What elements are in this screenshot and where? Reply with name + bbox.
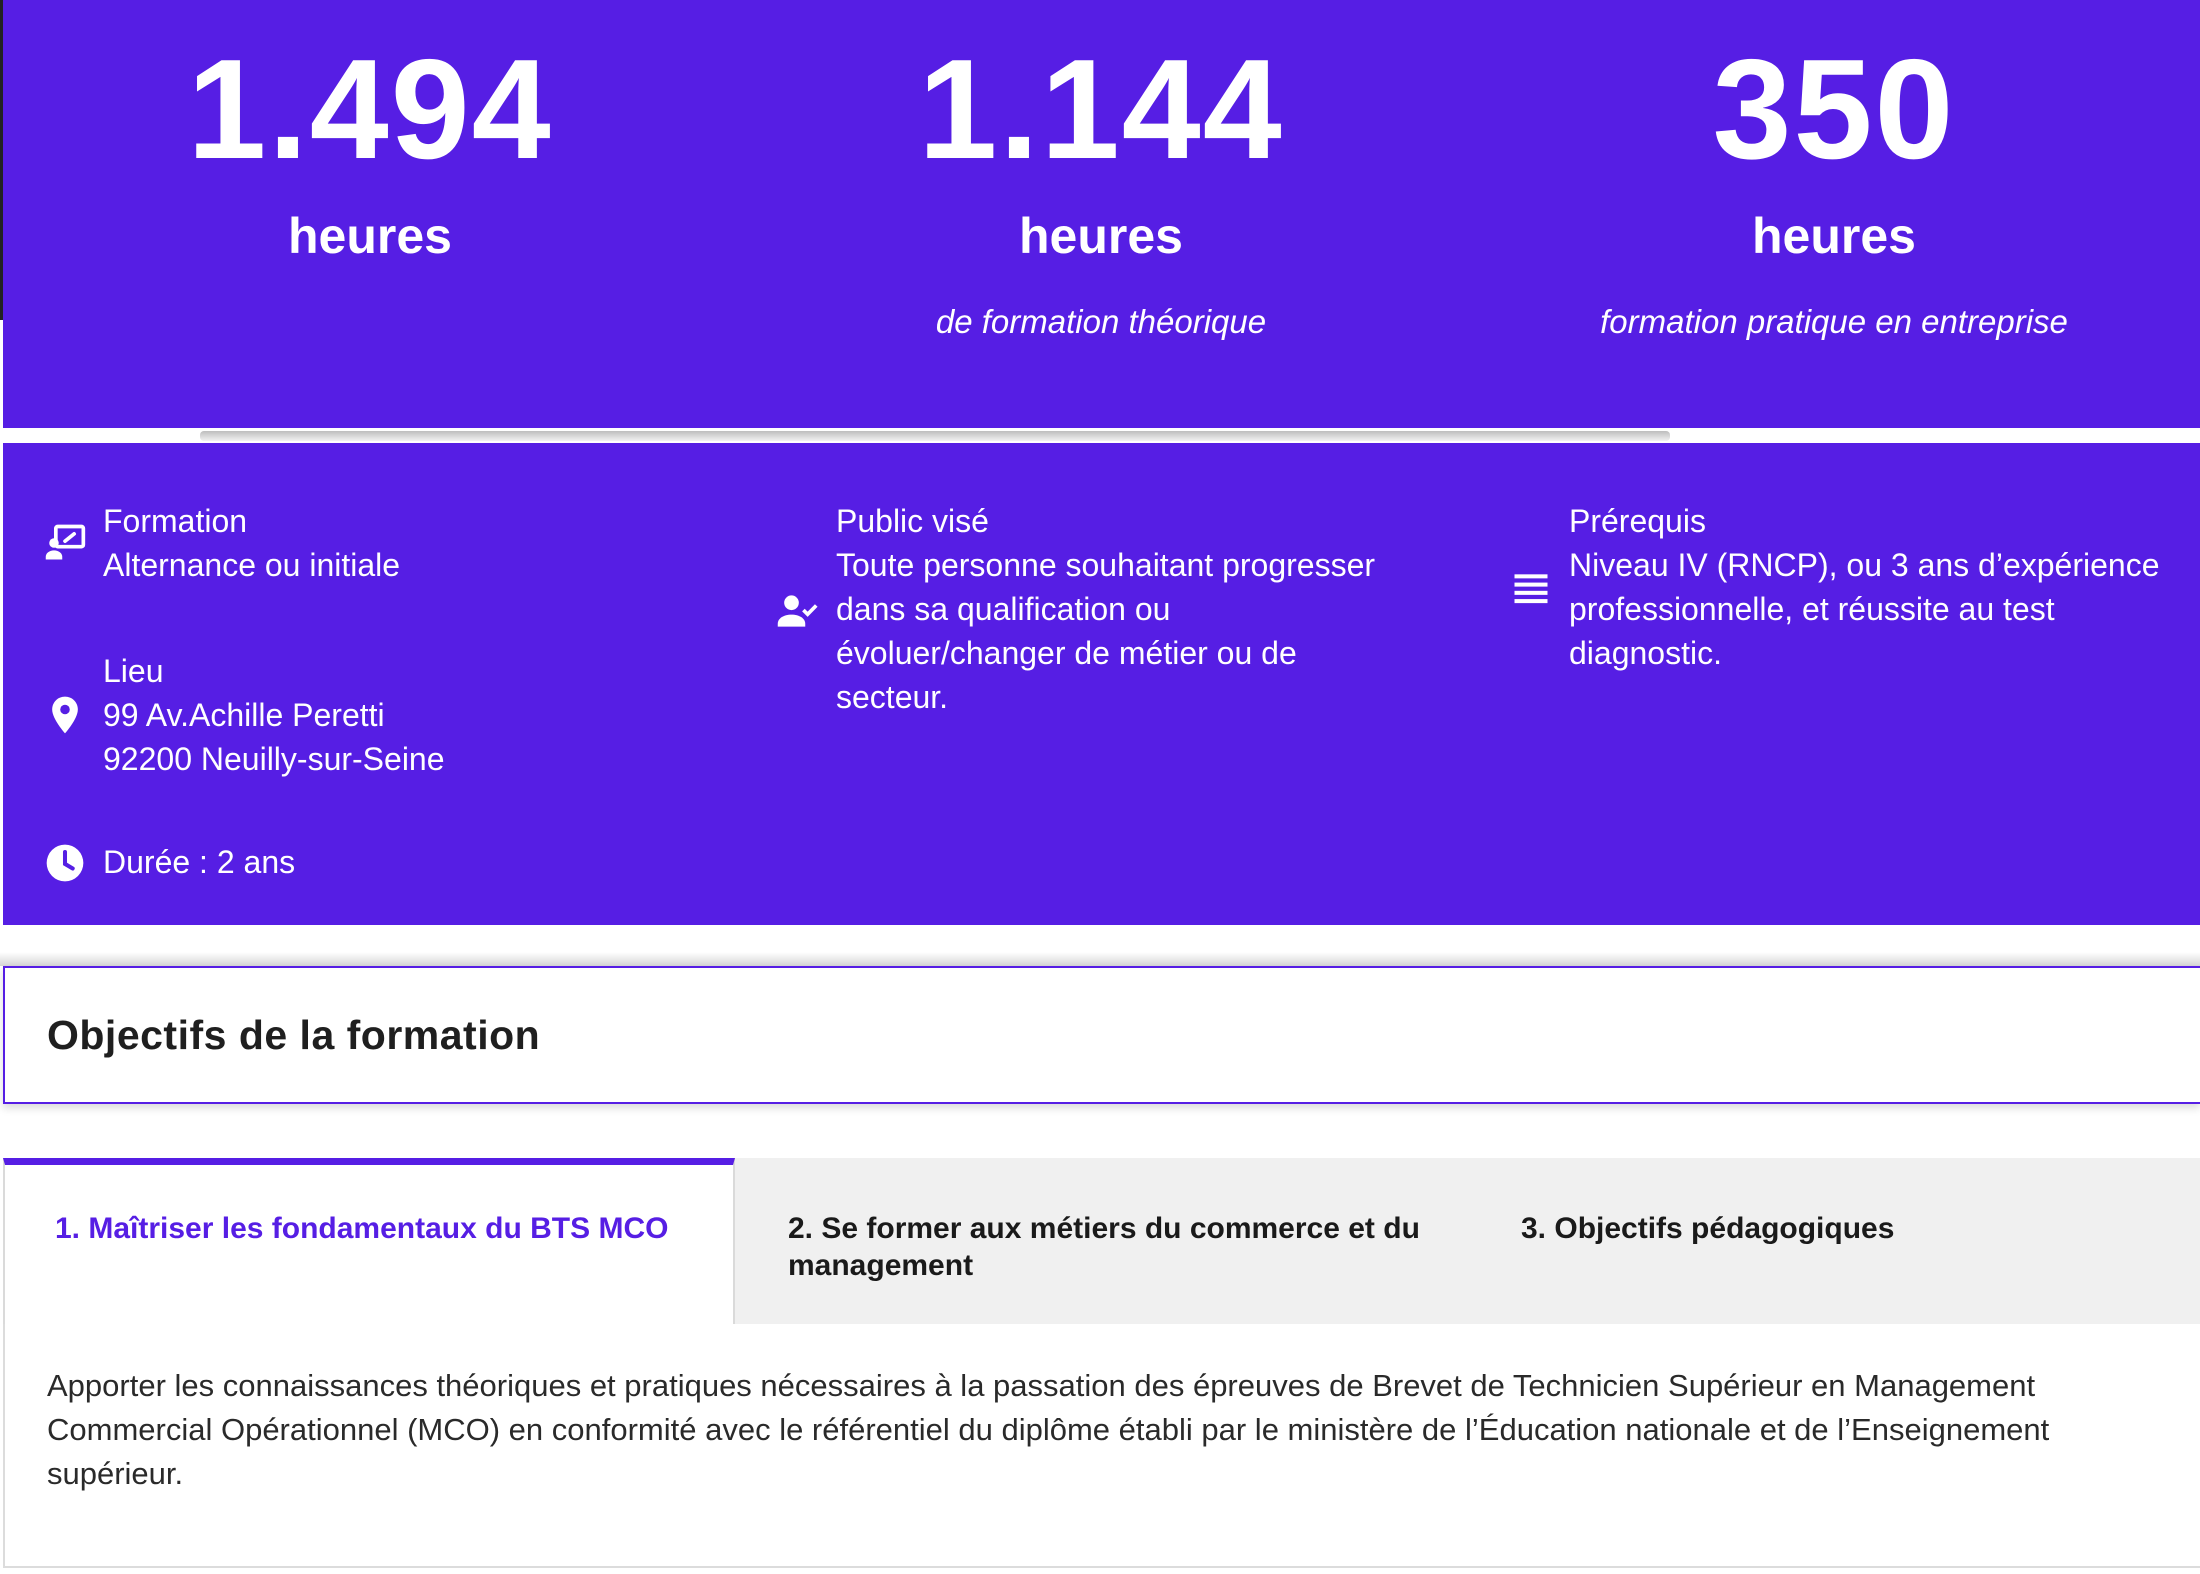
formation-value: Alternance ou initiale xyxy=(103,547,401,583)
prerequis-line: Niveau IV (RNCP), ou 3 ans d’expérience xyxy=(1569,547,2160,583)
tab-label: 3. Objectifs pédagogiques xyxy=(1521,1212,1895,1245)
tab-label-line2: management xyxy=(788,1249,974,1282)
stat-number: 1.144 xyxy=(918,30,1284,189)
tab-metiers-commerce[interactable]: 2. Se former aux métiers du commerce et … xyxy=(735,1158,1467,1324)
map-pin-icon xyxy=(43,693,87,737)
public-info: Public visé Toute personne souhaitant pr… xyxy=(836,499,1375,719)
stat-number: 1.494 xyxy=(187,30,553,189)
public-line: dans sa qualification ou xyxy=(836,591,1171,627)
lieu-address-line1: 99 Av.Achille Peretti xyxy=(103,697,385,733)
stat-caption: de formation théorique xyxy=(935,303,1267,340)
tab-label: 2. Se former aux métiers du commerce et … xyxy=(788,1210,1420,1284)
stat-caption: formation pratique en entreprise xyxy=(1600,303,2068,340)
hours-stats-banner: 1.494 heures 1.144 heures de formation t… xyxy=(3,0,2200,428)
panel-line: Apporter les connaissances théoriques et… xyxy=(47,1368,2036,1403)
panel-line: Commercial Opérationnel (MCO) en conform… xyxy=(47,1412,2050,1447)
tab-panel-text: Apporter les connaissances théoriques et… xyxy=(47,1364,2147,1496)
objectives-shadow xyxy=(0,952,2200,966)
stat-unit: heures xyxy=(1019,208,1183,264)
stat-number: 350 xyxy=(1712,30,1956,189)
tab-fondamentaux[interactable]: 1. Maîtriser les fondamentaux du BTS MCO xyxy=(3,1158,735,1326)
prerequis-line: diagnostic. xyxy=(1569,635,1722,671)
tab-label-line1: 2. Se former aux métiers du commerce et … xyxy=(788,1212,1420,1245)
lieu-address-line2: 92200 Neuilly-sur-Seine xyxy=(103,741,445,777)
public-line: secteur. xyxy=(836,679,949,715)
public-title: Public visé xyxy=(836,503,989,539)
stat-unit: heures xyxy=(288,208,452,264)
public-line: évoluer/changer de métier ou de xyxy=(836,635,1297,671)
objectives-header-card: Objectifs de la formation xyxy=(3,966,2200,1104)
course-info-banner: Formation Alternance ou initiale Lieu 99… xyxy=(3,443,2200,925)
tab-panel: Apporter les connaissances théoriques et… xyxy=(3,1324,2200,1568)
classroom-icon xyxy=(43,521,87,565)
objectives-title: Objectifs de la formation xyxy=(47,1012,541,1058)
stat-unit: heures xyxy=(1752,208,1916,264)
tab-label: 1. Maîtriser les fondamentaux du BTS MCO xyxy=(55,1212,669,1245)
duree-info: Durée : 2 ans xyxy=(103,844,296,880)
tab-objectifs-pedagogiques[interactable]: 3. Objectifs pédagogiques xyxy=(1467,1158,2200,1324)
panel-line: supérieur. xyxy=(47,1456,184,1491)
prerequis-line: professionnelle, et réussite au test xyxy=(1569,591,2055,627)
prerequis-title: Prérequis xyxy=(1569,503,1706,539)
formation-info: Formation Alternance ou initiale xyxy=(103,499,400,587)
user-check-icon xyxy=(775,589,819,633)
list-icon xyxy=(1509,567,1553,611)
lieu-title: Lieu xyxy=(103,653,164,689)
formation-title: Formation xyxy=(103,503,248,539)
prerequis-info: Prérequis Niveau IV (RNCP), ou 3 ans d’e… xyxy=(1569,499,2160,675)
clock-icon xyxy=(43,841,87,885)
section-divider xyxy=(200,431,1670,441)
lieu-info: Lieu 99 Av.Achille Peretti 92200 Neuilly… xyxy=(103,649,445,781)
public-line: Toute personne souhaitant progresser xyxy=(836,547,1376,583)
